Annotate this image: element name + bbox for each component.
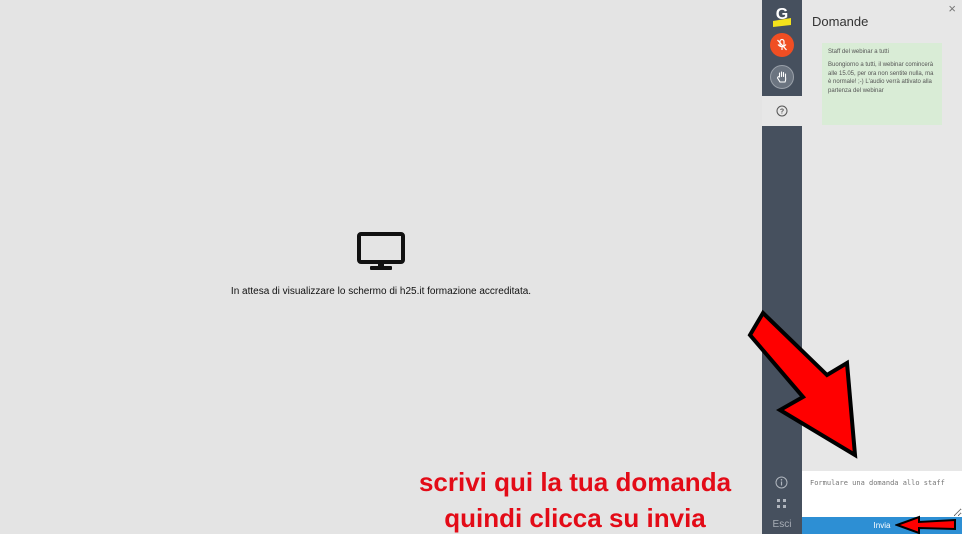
monitor-icon [357, 232, 405, 270]
annotation-arrow-icon [747, 309, 858, 459]
message-text: Buongiorno a tutti, il webinar comincerà… [828, 62, 934, 94]
raise-hand-button[interactable] [770, 65, 794, 89]
fullscreen-icon[interactable] [776, 498, 787, 509]
annotation-line-2: quindi clicca su invia [444, 503, 706, 533]
question-input[interactable] [802, 471, 962, 517]
info-icon[interactable] [775, 476, 788, 489]
microphone-button[interactable] [770, 33, 794, 57]
question-icon: ? [776, 105, 788, 117]
close-icon[interactable]: × [948, 1, 956, 16]
waiting-message: In attesa di visualizzare lo schermo di … [230, 286, 532, 297]
app-logo-icon: G [773, 6, 791, 27]
questions-tab[interactable]: ? [762, 96, 802, 126]
panel-title: Domande [812, 14, 869, 29]
screen-share-stage: In attesa di visualizzare lo schermo di … [0, 0, 762, 534]
microphone-muted-icon [777, 38, 787, 51]
annotation-small-arrow-icon [895, 515, 956, 534]
svg-text:?: ? [780, 109, 784, 116]
message-author: Staff del webinar a tutti [828, 49, 889, 55]
logo-letter: G [776, 6, 788, 23]
annotation-line-1: scrivi qui la tua domanda [418, 467, 732, 497]
staff-message: Staff del webinar a tutti Buongiorno a t… [822, 43, 942, 125]
hand-icon [776, 71, 787, 83]
